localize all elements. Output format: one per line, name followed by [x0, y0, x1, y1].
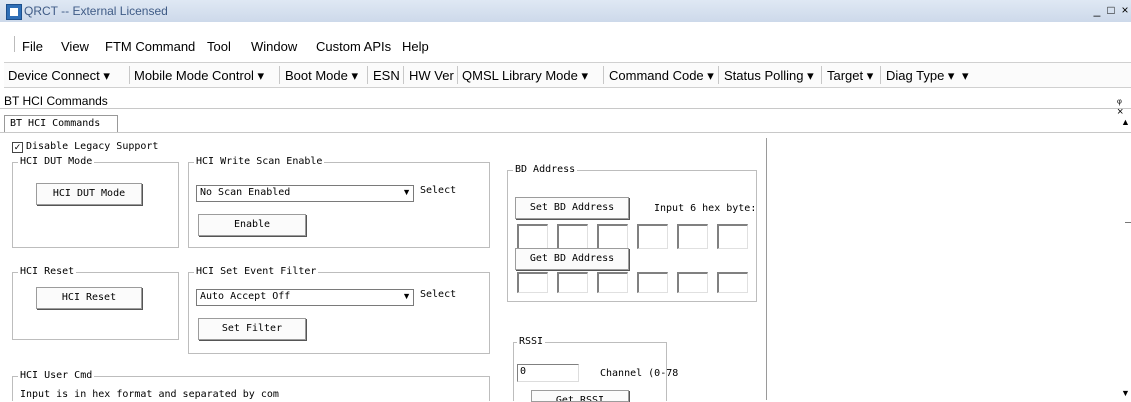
- status-polling-dropdown[interactable]: Status Polling ▾: [724, 68, 814, 84]
- chevron-down-icon: ▼: [402, 187, 411, 197]
- command-code-dropdown[interactable]: Command Code ▾: [609, 68, 714, 84]
- enable-button[interactable]: Enable: [198, 214, 306, 236]
- device-connect-dropdown[interactable]: Device Connect ▾: [8, 68, 110, 84]
- window-title: QRCT -- External Licensed: [24, 4, 168, 18]
- pin-icon[interactable]: ᵩ ×: [1117, 94, 1131, 118]
- scroll-down-icon[interactable]: ▼: [1121, 388, 1130, 398]
- menu-grip: [14, 36, 15, 52]
- title-bar: [0, 0, 1131, 22]
- toolbar-separator: [880, 66, 881, 84]
- hci-reset-button[interactable]: HCI Reset: [36, 287, 142, 309]
- scroll-up-icon[interactable]: ▲: [1121, 117, 1130, 127]
- bd-read-byte-field: [517, 272, 548, 293]
- toolbar-separator: [821, 66, 822, 84]
- scan-select-label: Select: [420, 185, 457, 196]
- bd-read-byte-field: [557, 272, 588, 293]
- toolbar-separator: [403, 66, 404, 84]
- event-filter-select-label: Select: [420, 289, 457, 300]
- menu-tool[interactable]: Tool: [207, 39, 231, 54]
- event-filter-select[interactable]: Auto Accept Off ▼: [196, 289, 414, 306]
- user-cmd-group-label: HCI User Cmd: [18, 370, 95, 381]
- toolbar-separator: [457, 66, 458, 84]
- menu-view[interactable]: View: [61, 39, 89, 54]
- rssi-channel-label: Channel (0-78: [600, 368, 679, 379]
- bd-byte-field[interactable]: [557, 224, 588, 249]
- panel-divider: [766, 138, 767, 400]
- menu-file[interactable]: File: [22, 39, 43, 54]
- boot-mode-dropdown[interactable]: Boot Mode ▾: [285, 68, 358, 84]
- set-filter-button[interactable]: Set Filter: [198, 318, 306, 340]
- hci-dut-mode-button[interactable]: HCI DUT Mode: [36, 183, 142, 205]
- menu-custom-apis[interactable]: Custom APIs: [316, 39, 391, 54]
- scan-mode-select[interactable]: No Scan Enabled ▼: [196, 185, 414, 202]
- minimize-button[interactable]: _: [1090, 3, 1104, 17]
- esn-button[interactable]: ESN: [373, 68, 400, 83]
- get-bd-address-button[interactable]: Get BD Address: [515, 248, 629, 270]
- bd-byte-field[interactable]: [717, 224, 748, 249]
- bd-read-byte-field: [597, 272, 628, 293]
- bd-address-group-label: BD Address: [513, 164, 578, 175]
- toolbar-separator: [367, 66, 368, 84]
- qmsl-library-mode-dropdown[interactable]: QMSL Library Mode ▾: [462, 68, 588, 84]
- rssi-group-label: RSSI: [517, 336, 546, 347]
- event-filter-group-label: HCI Set Event Filter: [194, 266, 319, 277]
- rssi-channel-input[interactable]: 0: [517, 364, 579, 382]
- scan-mode-value: No Scan Enabled: [200, 187, 291, 198]
- tab-label: BT HCI Commands: [10, 118, 101, 129]
- event-filter-value: Auto Accept Off: [200, 291, 291, 302]
- bd-read-byte-field: [637, 272, 668, 293]
- hci-reset-group-label: HCI Reset: [18, 266, 77, 277]
- maximize-button[interactable]: □: [1104, 3, 1118, 17]
- tab-strip-line: [0, 132, 1131, 133]
- event-filter-group: [188, 272, 490, 354]
- pane-header: [0, 92, 1131, 109]
- app-icon: [6, 4, 22, 20]
- disable-legacy-checkbox[interactable]: ✓: [12, 142, 23, 153]
- set-bd-address-button[interactable]: Set BD Address: [515, 197, 629, 219]
- scroll-marker: [1125, 222, 1131, 223]
- pane-title: BT HCI Commands: [4, 94, 108, 108]
- toolbar-separator: [129, 66, 130, 84]
- bd-byte-field[interactable]: [637, 224, 668, 249]
- hw-ver-button[interactable]: HW Ver: [409, 68, 454, 83]
- menu-help[interactable]: Help: [402, 39, 429, 54]
- bd-read-byte-field: [677, 272, 708, 293]
- close-button[interactable]: ×: [1118, 3, 1131, 17]
- toolbar-separator: [718, 66, 719, 84]
- bd-read-byte-field: [717, 272, 748, 293]
- mobile-mode-control-dropdown[interactable]: Mobile Mode Control ▾: [134, 68, 264, 84]
- disable-legacy-label: Disable Legacy Support: [26, 141, 159, 152]
- bd-byte-field[interactable]: [517, 224, 548, 249]
- menu-window[interactable]: Window: [251, 39, 297, 54]
- menu-ftm-command[interactable]: FTM Command: [105, 39, 195, 54]
- write-scan-group-label: HCI Write Scan Enable: [194, 156, 325, 167]
- get-rssi-button[interactable]: Get RSSI: [531, 390, 629, 402]
- dut-mode-group: [12, 162, 179, 248]
- rssi-channel-value: 0: [520, 366, 527, 377]
- diag-type-dropdown[interactable]: Diag Type ▾: [886, 68, 954, 84]
- toolbar-separator: [603, 66, 604, 84]
- dut-mode-group-label: HCI DUT Mode: [18, 156, 95, 167]
- toolbar-separator: [279, 66, 280, 84]
- user-cmd-hint: Input is in hex format and separated by …: [20, 389, 279, 400]
- bd-byte-field[interactable]: [677, 224, 708, 249]
- target-dropdown[interactable]: Target ▾: [827, 68, 873, 84]
- chevron-down-icon: ▼: [402, 291, 411, 301]
- toolbar-overflow-button[interactable]: ▾: [962, 68, 969, 84]
- bd-byte-field[interactable]: [597, 224, 628, 249]
- bd-input-hint: Input 6 hex byte:: [654, 203, 757, 214]
